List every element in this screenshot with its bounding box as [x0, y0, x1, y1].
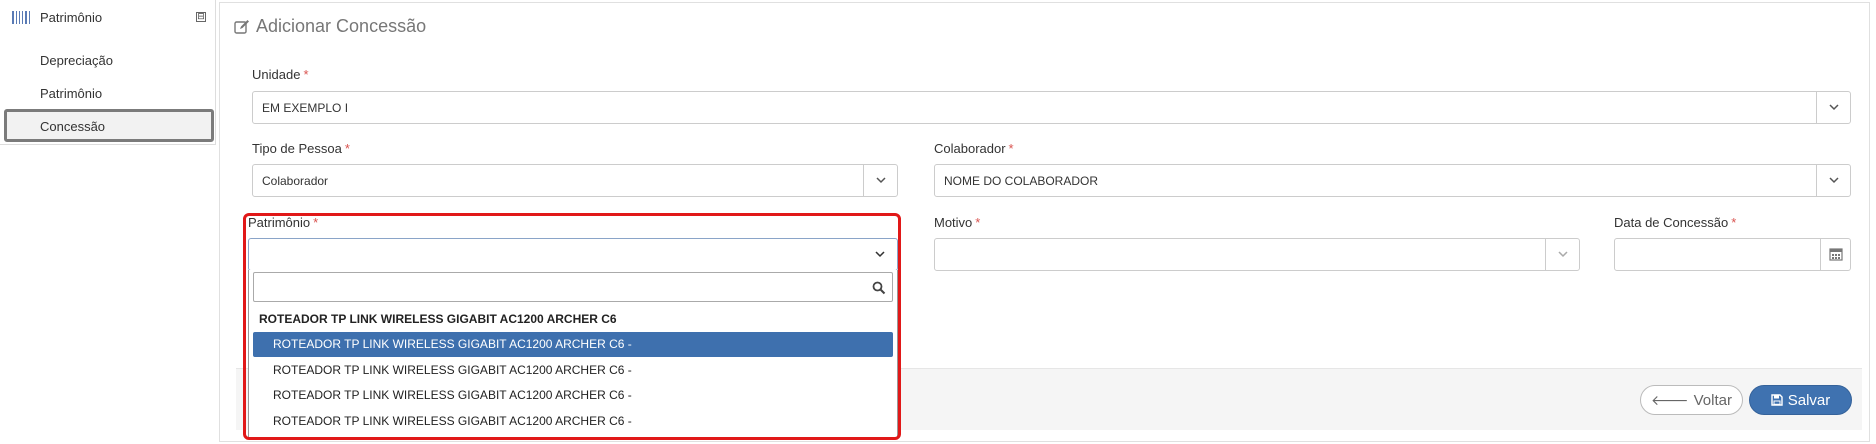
sidebar-active-highlight — [4, 109, 214, 142]
colaborador-value: NOME DO COLABORADOR — [944, 174, 1099, 188]
unidade-label: Unidade * — [252, 67, 309, 82]
sidebar-section-header[interactable]: Patrimônio ⊟ — [0, 0, 216, 36]
motivo-select[interactable] — [934, 238, 1580, 271]
colaborador-label: Colaborador * — [934, 141, 1014, 156]
floppy-disk-icon — [1771, 386, 1783, 414]
tipo-pessoa-value: Colaborador — [262, 174, 329, 188]
arrow-left-icon: 🡐 — [1651, 392, 1689, 408]
sidebar-item-concessao[interactable]: Concessão — [40, 119, 105, 134]
colaborador-select[interactable]: NOME DO COLABORADOR — [934, 164, 1851, 197]
unidade-value: EM EXEMPLO I — [262, 101, 349, 115]
data-concessao-label: Data de Concessão * — [1614, 215, 1737, 230]
page-title: Adicionar Concessão — [256, 16, 427, 36]
calendar-icon[interactable] — [1820, 239, 1850, 270]
sidebar-item-patrimonio[interactable]: Patrimônio — [40, 86, 102, 101]
sidebar-item-depreciacao[interactable]: Depreciação — [40, 53, 113, 68]
motivo-label: Motivo * — [934, 215, 981, 230]
edit-icon — [234, 20, 249, 34]
back-button[interactable]: 🡐 Voltar — [1640, 385, 1743, 415]
chevron-down-icon — [1545, 239, 1579, 270]
chevron-down-icon — [1816, 92, 1850, 123]
data-concessao-input[interactable] — [1614, 238, 1851, 271]
collapse-icon[interactable]: ⊟ — [196, 12, 206, 22]
sidebar: Patrimônio ⊟ Depreciação Patrimônio Conc… — [0, 0, 216, 145]
chevron-down-icon — [863, 165, 897, 196]
chevron-down-icon — [1816, 165, 1850, 196]
barcode-icon — [12, 11, 31, 24]
sidebar-section-title: Patrimônio — [40, 10, 103, 25]
save-button[interactable]: Salvar — [1749, 385, 1852, 415]
tipo-pessoa-label: Tipo de Pessoa * — [252, 141, 350, 156]
highlight-box — [243, 213, 901, 440]
tipo-pessoa-select[interactable]: Colaborador — [252, 164, 898, 197]
unidade-select[interactable]: EM EXEMPLO I — [252, 91, 1851, 124]
